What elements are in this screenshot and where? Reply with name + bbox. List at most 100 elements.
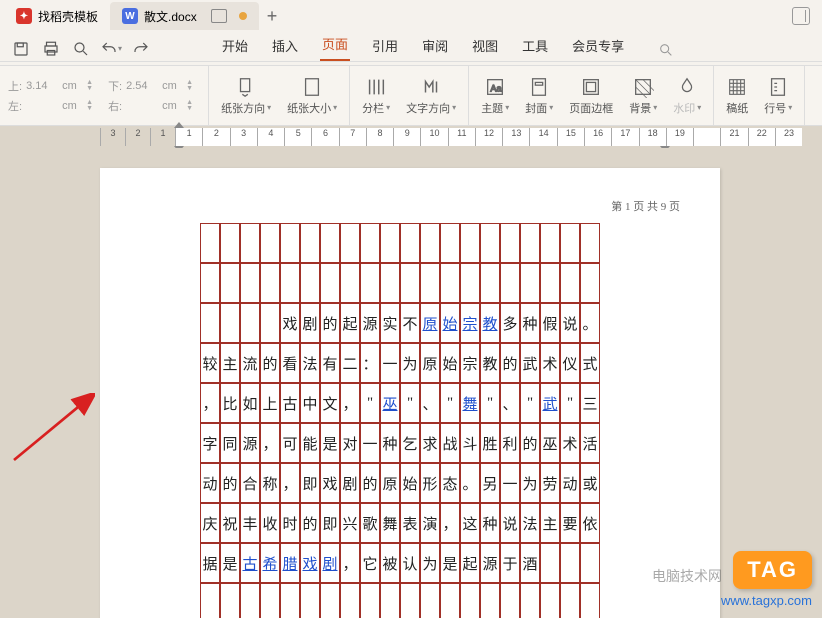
columns-button[interactable]: 分栏▾ [358, 74, 394, 118]
paper-size-button[interactable]: 纸张大小▾ [283, 74, 341, 118]
hyperlink-char[interactable]: 始 [442, 313, 457, 334]
page-border-button[interactable]: 页面边框 [565, 74, 617, 118]
watermark-domain: www.tagxp.com [721, 593, 812, 608]
new-tab-button[interactable]: + [267, 6, 278, 27]
grid-cell: " [560, 383, 580, 423]
panel-toggle-icon[interactable] [792, 7, 810, 25]
gaozhi-icon [726, 76, 748, 98]
grid-cell: 种 [480, 503, 500, 543]
grid-cell [220, 583, 240, 618]
grid-cell [460, 263, 480, 303]
grid-cell: 舞 [380, 503, 400, 543]
grid-cell [580, 263, 600, 303]
hyperlink-char[interactable]: 宗 [462, 313, 477, 334]
ruler-tick: 15 [557, 128, 584, 146]
grid-cell: 比 [220, 383, 240, 423]
grid-cell [400, 263, 420, 303]
grid-cell: 戏 [280, 303, 300, 343]
grid-cell: 即 [320, 503, 340, 543]
hyperlink-char[interactable]: 古 [242, 553, 257, 574]
grid-cell: 文 [320, 383, 340, 423]
grid-cell: 是 [320, 423, 340, 463]
grid-cell: 乞 [400, 423, 420, 463]
hyperlink-char[interactable]: 剧 [322, 553, 337, 574]
grid-cell: 巫 [380, 383, 400, 423]
grid-cell: 三 [580, 383, 600, 423]
cover-button[interactable]: 封面▾ [521, 74, 557, 118]
spinner-icon[interactable]: ▲▼ [186, 80, 200, 92]
indent-marker-top[interactable] [174, 122, 184, 128]
menu-view[interactable]: 视图 [470, 30, 500, 61]
margin-bot-value[interactable]: 2.54 [126, 80, 158, 92]
menu-member[interactable]: 会员专享 [570, 30, 626, 61]
grid-cell [260, 263, 280, 303]
grid-cell: 另 [480, 463, 500, 503]
grid-cell [300, 263, 320, 303]
grid-cell [240, 223, 260, 263]
paper-size-icon [301, 76, 323, 98]
theme-button[interactable]: Aa 主题▾ [477, 74, 513, 118]
tab-template[interactable]: ✦ 找稻壳模板 [4, 2, 110, 30]
hyperlink-char[interactable]: 武 [542, 393, 557, 414]
theme-icon: Aa [484, 76, 506, 98]
margin-bot-label: 下: [108, 78, 122, 94]
grid-cell: 腊 [280, 543, 300, 583]
grid-cell: 。 [580, 303, 600, 343]
grid-cell: 上 [260, 383, 280, 423]
tab-document[interactable]: W 散文.docx [110, 2, 259, 30]
search-icon[interactable] [658, 42, 674, 61]
paper-direction-button[interactable]: 纸张方向▾ [217, 74, 275, 118]
menu-review[interactable]: 审阅 [420, 30, 450, 61]
grid-cell: 为 [520, 463, 540, 503]
hyperlink-char[interactable]: 希 [262, 553, 277, 574]
grid-cell: 始 [440, 343, 460, 383]
menu-start[interactable]: 开始 [220, 30, 250, 61]
ruler[interactable]: 321 12345678910111213141516171819212223 [0, 126, 822, 148]
grid-cell [300, 223, 320, 263]
margin-top-value[interactable]: 3.14 [26, 80, 58, 92]
grid-cell: 求 [420, 423, 440, 463]
watermark-button[interactable]: 水印▾ [669, 74, 705, 118]
grid-cell [360, 223, 380, 263]
hyperlink-char[interactable]: 原 [422, 313, 437, 334]
grid-cell: 据 [200, 543, 220, 583]
grid-cell: 劳 [540, 463, 560, 503]
text-direction-button[interactable]: 文字方向▾ [402, 74, 460, 118]
grid-cell [420, 583, 440, 618]
hyperlink-char[interactable]: 巫 [382, 393, 397, 414]
spinner-icon[interactable]: ▲▼ [86, 100, 100, 112]
ruler-tick [693, 128, 720, 146]
hyperlink-char[interactable]: 舞 [462, 393, 477, 414]
grid-cell: 假 [540, 303, 560, 343]
hyperlink-char[interactable]: 教 [482, 313, 497, 334]
grid-cell: ， [200, 383, 220, 423]
grid-cell [560, 543, 580, 583]
spinner-icon[interactable]: ▲▼ [186, 100, 200, 112]
background-button[interactable]: 背景▾ [625, 74, 661, 118]
grid-cell [500, 583, 520, 618]
grid-cell: 、 [420, 383, 440, 423]
menu-tools[interactable]: 工具 [520, 30, 550, 61]
grid-cell: 或 [580, 463, 600, 503]
grid-cell: 的 [260, 343, 280, 383]
menu-reference[interactable]: 引用 [370, 30, 400, 61]
document-area[interactable]: 第 1 页 共 9 页 戏剧的起源实不原始宗教多种假说。较主流的看法有二：一为原… [0, 148, 822, 618]
hyperlink-char[interactable]: 戏 [302, 553, 317, 574]
grid-cell: 斗 [460, 423, 480, 463]
gaozhi-button[interactable]: 稿纸 [722, 74, 752, 118]
grid-cell [340, 263, 360, 303]
grid-cell: 种 [380, 423, 400, 463]
grid-cell: 术 [560, 423, 580, 463]
grid-cell: 看 [280, 343, 300, 383]
tab-template-label: 找稻壳模板 [38, 8, 98, 25]
ruler-tick: 5 [284, 128, 311, 146]
menu-insert[interactable]: 插入 [270, 30, 300, 61]
line-number-button[interactable]: 行号▾ [760, 74, 796, 118]
margin-left-label: 左: [8, 98, 22, 114]
spinner-icon[interactable]: ▲▼ [86, 80, 100, 92]
menu-page[interactable]: 页面 [320, 28, 350, 61]
grid-cell: 法 [520, 503, 540, 543]
hyperlink-char[interactable]: 腊 [282, 553, 297, 574]
margin-top-label: 上: [8, 78, 22, 94]
grid-cell: 剧 [320, 543, 340, 583]
